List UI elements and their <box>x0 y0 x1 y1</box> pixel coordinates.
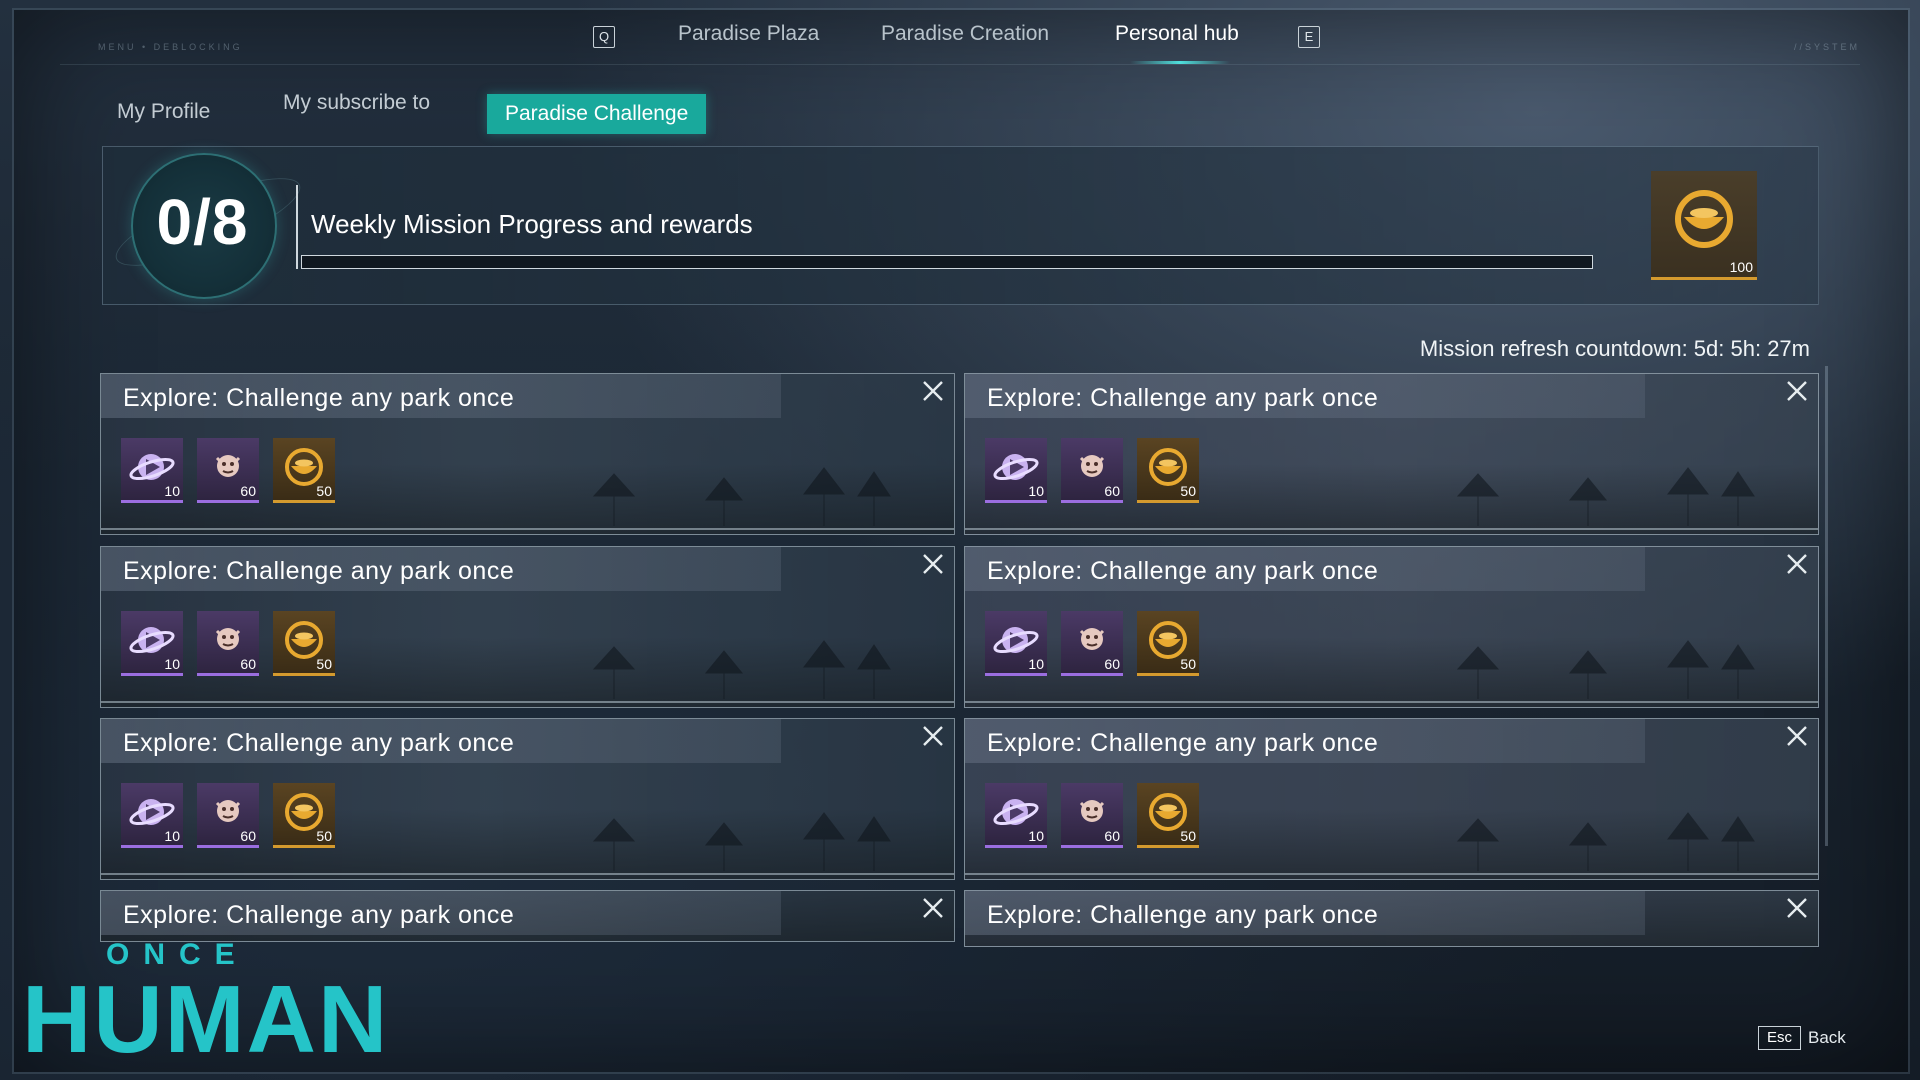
tree-silhouette-decoration <box>1456 640 1755 699</box>
mission-card[interactable]: Explore: Challenge any park once <box>964 890 1819 947</box>
reward-qty: 60 <box>240 656 256 672</box>
tree-silhouette-decoration <box>592 640 891 699</box>
reward-qty: 10 <box>164 828 180 844</box>
reward-item[interactable]: 60 <box>197 438 259 503</box>
close-icon[interactable] <box>1784 551 1810 577</box>
reward-item[interactable]: 10 <box>121 611 183 676</box>
mission-card[interactable]: Explore: Challenge any park once 10 60 50 <box>964 546 1819 708</box>
progress-divider <box>296 185 298 269</box>
reward-item[interactable]: 10 <box>985 438 1047 503</box>
mission-card[interactable]: Explore: Challenge any park once <box>100 890 955 942</box>
close-icon[interactable] <box>920 551 946 577</box>
mission-title: Explore: Challenge any park once <box>123 729 515 757</box>
tree-silhouette-decoration <box>592 467 891 526</box>
subtab-paradise-challenge[interactable]: Paradise Challenge <box>487 94 707 134</box>
reward-qty: 50 <box>1180 483 1196 499</box>
reward-qty: 10 <box>164 483 180 499</box>
reward-item[interactable]: 60 <box>1061 611 1123 676</box>
reward-item[interactable]: 50 <box>273 611 335 676</box>
tree-silhouette-decoration <box>1456 467 1755 526</box>
reward-qty: 50 <box>1180 656 1196 672</box>
mission-list-scrollbar[interactable] <box>1825 366 1828 846</box>
reward-qty: 60 <box>1104 656 1120 672</box>
reward-item[interactable]: 10 <box>121 438 183 503</box>
logo-human-text: HUMAN <box>22 966 390 1073</box>
reward-qty: 10 <box>1028 828 1044 844</box>
reward-qty: 60 <box>1104 483 1120 499</box>
close-icon[interactable] <box>1784 723 1810 749</box>
reward-qty: 10 <box>1028 483 1044 499</box>
mission-title: Explore: Challenge any park once <box>987 729 1379 757</box>
mission-card[interactable]: Explore: Challenge any park once 10 60 50 <box>100 546 955 708</box>
reward-item[interactable]: 10 <box>985 783 1047 848</box>
tab-paradise-creation[interactable]: Paradise Creation <box>881 22 1049 46</box>
progress-bar <box>301 255 1593 269</box>
reward-qty: 50 <box>316 656 332 672</box>
prev-tab-key[interactable]: Q <box>593 26 615 48</box>
reward-qty: 50 <box>316 483 332 499</box>
reward-qty: 10 <box>164 656 180 672</box>
close-icon[interactable] <box>920 895 946 921</box>
card-divider <box>101 528 954 530</box>
card-divider <box>101 701 954 703</box>
reward-item[interactable]: 50 <box>1137 611 1199 676</box>
close-icon[interactable] <box>1784 378 1810 404</box>
reward-qty: 50 <box>316 828 332 844</box>
mission-title: Explore: Challenge any park once <box>987 557 1379 585</box>
mission-title: Explore: Challenge any park once <box>987 384 1379 412</box>
progress-title: Weekly Mission Progress and rewards <box>311 209 753 239</box>
reward-item[interactable]: 60 <box>197 611 259 676</box>
mission-card[interactable]: Explore: Challenge any park once 10 60 50 <box>100 718 955 880</box>
close-icon[interactable] <box>1784 895 1810 921</box>
progress-count: 0/8 <box>156 186 249 258</box>
reward-qty: 50 <box>1180 828 1196 844</box>
reward-qty: 60 <box>240 828 256 844</box>
card-divider <box>965 528 1818 530</box>
tree-silhouette-decoration <box>592 812 891 871</box>
reward-item[interactable]: 50 <box>1137 783 1199 848</box>
nav-divider <box>60 64 1860 65</box>
reward-qty: 60 <box>1104 828 1120 844</box>
close-icon[interactable] <box>920 378 946 404</box>
mission-refresh-countdown: Mission refresh countdown: 5d: 5h: 27m <box>1419 336 1810 361</box>
card-divider <box>965 701 1818 703</box>
mission-card[interactable]: Explore: Challenge any park once 10 60 50 <box>964 373 1819 535</box>
tab-personal-hub[interactable]: Personal hub <box>1115 22 1239 46</box>
reward-qty: 10 <box>1028 656 1044 672</box>
tab-paradise-plaza[interactable]: Paradise Plaza <box>678 22 819 46</box>
mission-title: Explore: Challenge any park once <box>123 901 515 929</box>
reward-item[interactable]: 50 <box>1137 438 1199 503</box>
tree-silhouette-decoration <box>1456 812 1755 871</box>
mission-title: Explore: Challenge any park once <box>123 384 515 412</box>
mission-title: Explore: Challenge any park once <box>987 901 1379 929</box>
card-divider <box>965 873 1818 875</box>
reward-item[interactable]: 60 <box>197 783 259 848</box>
back-button[interactable]: Back <box>1808 1028 1846 1048</box>
mission-card[interactable]: Explore: Challenge any park once 10 60 50 <box>964 718 1819 880</box>
reward-item[interactable]: 10 <box>985 611 1047 676</box>
esc-key[interactable]: Esc <box>1758 1026 1802 1050</box>
weekly-reward-item[interactable]: 100 <box>1651 171 1757 280</box>
reward-qty: 60 <box>240 483 256 499</box>
weekly-progress-panel: 0/8 Weekly Mission Progress and rewards … <box>102 146 1819 305</box>
subtab-my-profile[interactable]: My Profile <box>117 100 210 124</box>
close-icon[interactable] <box>920 723 946 749</box>
weekly-reward-qty: 100 <box>1729 259 1753 275</box>
mission-title: Explore: Challenge any park once <box>123 557 515 585</box>
reward-item[interactable]: 10 <box>121 783 183 848</box>
card-divider <box>101 873 954 875</box>
reward-item[interactable]: 50 <box>273 783 335 848</box>
reward-item[interactable]: 50 <box>273 438 335 503</box>
reward-item[interactable]: 60 <box>1061 783 1123 848</box>
reward-item[interactable]: 60 <box>1061 438 1123 503</box>
subtab-my-subscribe-to[interactable]: My subscribe to <box>283 91 430 115</box>
next-tab-key[interactable]: E <box>1298 26 1320 48</box>
mission-card[interactable]: Explore: Challenge any park once 10 60 50 <box>100 373 955 535</box>
